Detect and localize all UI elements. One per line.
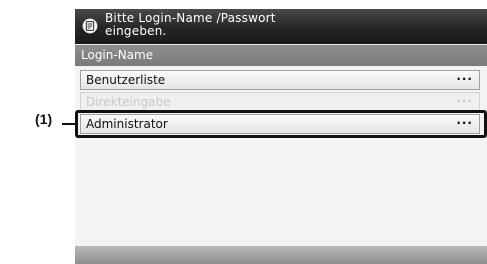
key-card-icon	[82, 18, 98, 34]
more-options-icon: ···	[456, 72, 473, 86]
list-item-label: Administrator	[86, 117, 168, 131]
message-bar: Bitte Login-Name /Passwort eingeben.	[75, 9, 487, 44]
more-options-icon: ···	[456, 116, 473, 130]
section-header-login-name: Login-Name	[75, 45, 487, 66]
touch-screen-panel: Bitte Login-Name /Passwort eingeben. Log…	[75, 9, 487, 264]
list-item-label: Benutzerliste	[86, 73, 166, 87]
more-options-icon: ···	[456, 94, 473, 108]
list-item-label: Direkteingabe	[86, 95, 171, 109]
list-item-administrator[interactable]: Administrator ···	[80, 114, 480, 134]
callout-label: (1)	[35, 111, 53, 127]
bottom-bar	[75, 246, 487, 264]
list-item-direkteingabe: Direkteingabe ···	[80, 92, 480, 112]
section-title: Login-Name	[81, 48, 154, 62]
login-method-list: Benutzerliste ··· Direkteingabe ··· Admi…	[75, 66, 487, 246]
login-prompt-message: Bitte Login-Name /Passwort eingeben.	[105, 11, 276, 38]
list-item-benutzerliste[interactable]: Benutzerliste ···	[80, 70, 480, 90]
